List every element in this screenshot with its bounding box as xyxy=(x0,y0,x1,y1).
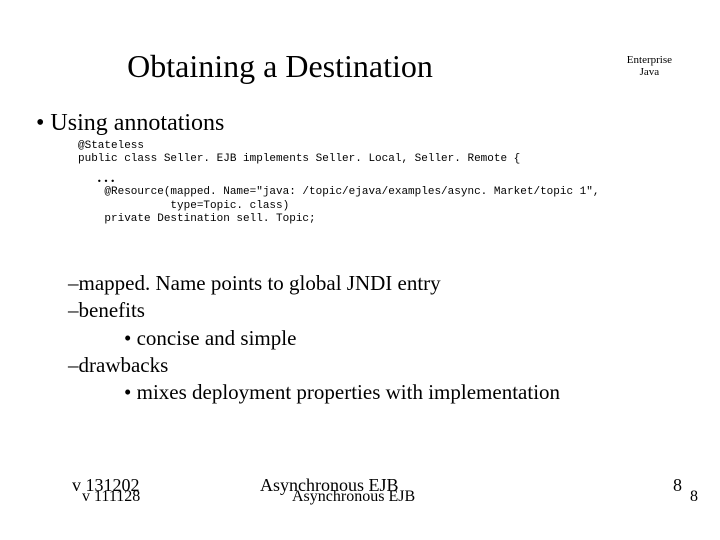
code-line-2: public class Seller. EJB implements Sell… xyxy=(78,153,520,165)
code-line-1: @Stateless xyxy=(78,140,144,152)
bullet-using-annotations: • Using annotations xyxy=(36,110,224,137)
corner-line-1: Enterprise xyxy=(627,54,672,66)
item-benefits: benefits xyxy=(68,297,560,324)
code-line-3: @Resource(mapped. Name="java: /topic/eja… xyxy=(78,186,600,198)
code-ellipsis: … xyxy=(96,166,600,186)
item-mixes-text: mixes deployment properties with impleme… xyxy=(137,380,560,404)
footer-title-secondary: Asynchronous EJB xyxy=(292,488,415,506)
code-line-4: type=Topic. class) xyxy=(78,200,289,212)
code-block: @Stateless public class Seller. EJB impl… xyxy=(78,140,600,226)
item-mapped-name-text: mapped. Name points to global JNDI entry xyxy=(79,271,441,295)
page-number-primary: 8 xyxy=(673,475,682,496)
slide-title: Obtaining a Destination xyxy=(0,48,560,85)
item-mixes: mixes deployment properties with impleme… xyxy=(124,379,560,406)
item-drawbacks-text: drawbacks xyxy=(79,353,169,377)
page-number-secondary: 8 xyxy=(690,488,698,506)
item-concise: concise and simple xyxy=(124,325,560,352)
item-mapped-name: mapped. Name points to global JNDI entry xyxy=(68,270,560,297)
item-benefits-text: benefits xyxy=(79,298,145,322)
slide: Obtaining a Destination Enterprise Java … xyxy=(0,0,720,540)
corner-label: Enterprise Java xyxy=(627,54,672,78)
corner-line-2: Java xyxy=(640,66,660,78)
item-concise-text: concise and simple xyxy=(137,326,297,350)
version-secondary: v 111128 xyxy=(82,488,140,506)
code-line-5: private Destination sell. Topic; xyxy=(78,213,316,225)
body-list: mapped. Name points to global JNDI entry… xyxy=(68,270,560,406)
item-drawbacks: drawbacks xyxy=(68,352,560,379)
footer: v 131202 v 111128 Asynchronous EJB Async… xyxy=(0,472,720,512)
